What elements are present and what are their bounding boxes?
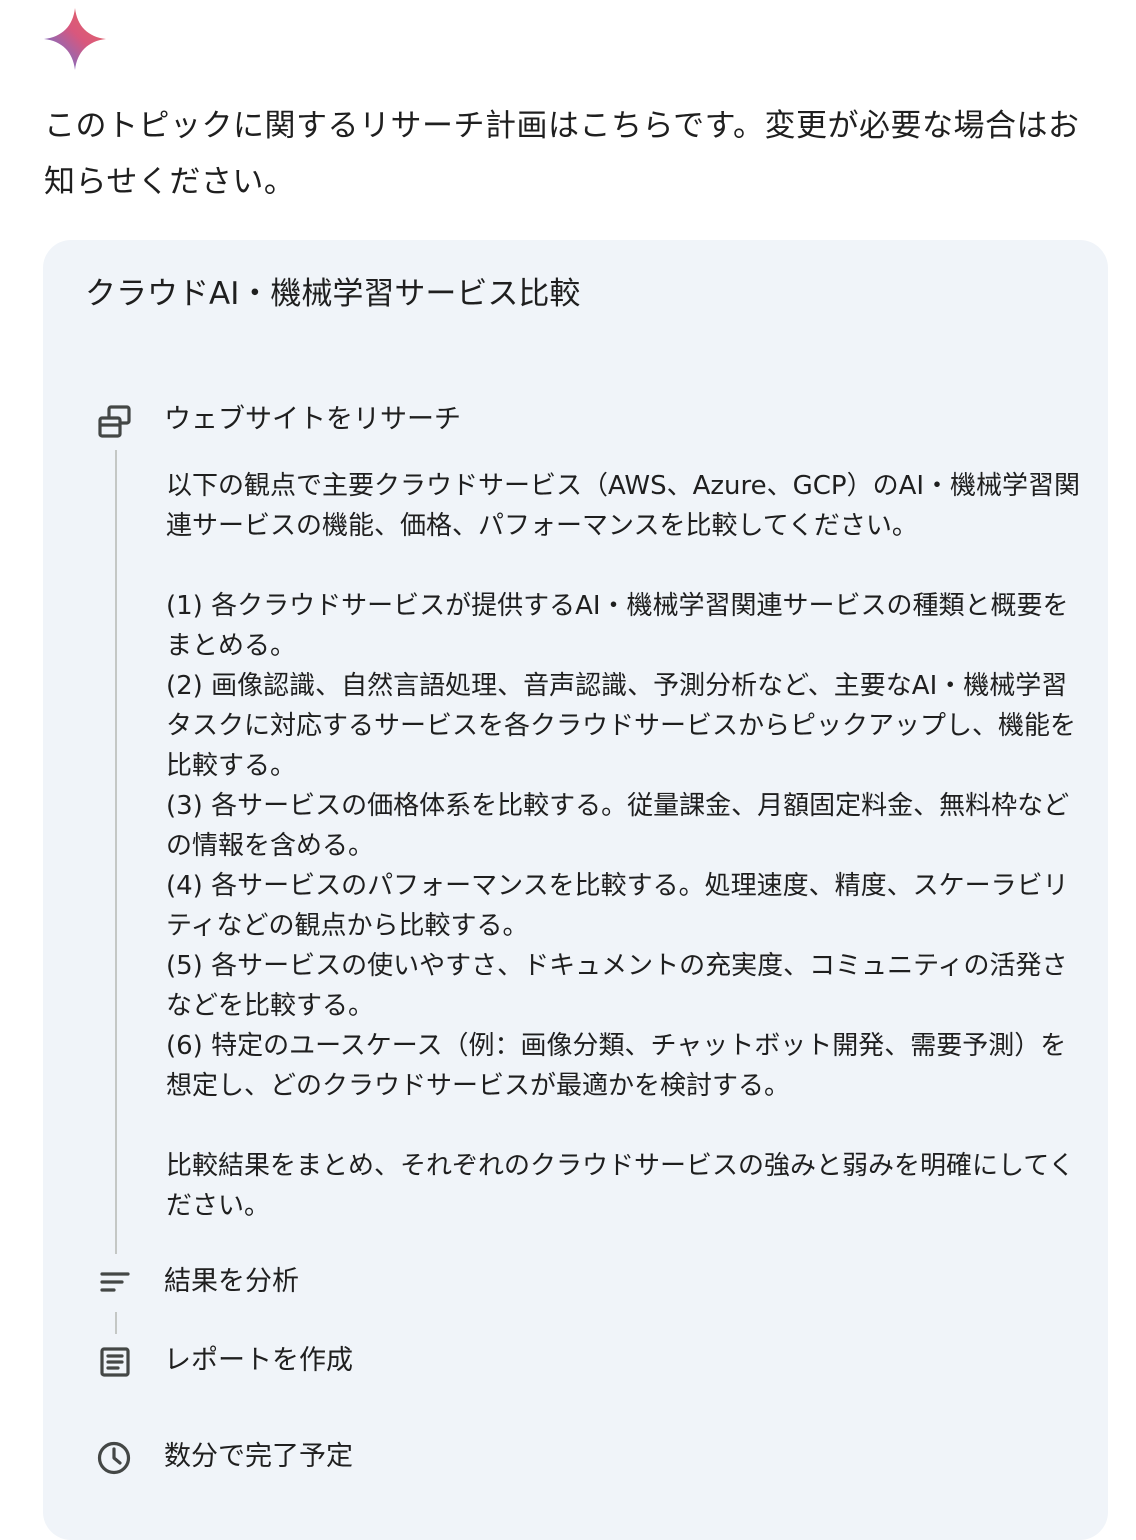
browse-web-icon [98,405,131,438]
eta-label: 数分で完了予定 [164,1441,353,1472]
step-label-report: レポートを作成 [164,1345,353,1376]
report-document-icon [100,1347,130,1377]
step-label-browse: ウェブサイトをリサーチ [164,404,461,435]
clock-icon [97,1441,131,1475]
analyze-results-icon [100,1272,130,1292]
step-browse-details: 以下の観点で主要クラウドサービス（AWS、Azure、GCP）のAI・機械学習関… [166,471,1081,1221]
intro-message: このトピックに関するリサーチ計画はこちらです。変更が必要な場合はお知らせください… [44,108,1080,200]
gemini-sparkle-icon [44,8,106,70]
timeline-line-short [115,1312,117,1334]
timeline-line [115,450,117,1254]
research-plan-card: クラウドAI・機械学習サービス比較 ウェブサイトをリサーチ 以下の観点で主要クラ… [43,240,1108,1540]
plan-title: クラウドAI・機械学習サービス比較 [85,276,581,312]
step-label-analyze: 結果を分析 [164,1266,299,1297]
